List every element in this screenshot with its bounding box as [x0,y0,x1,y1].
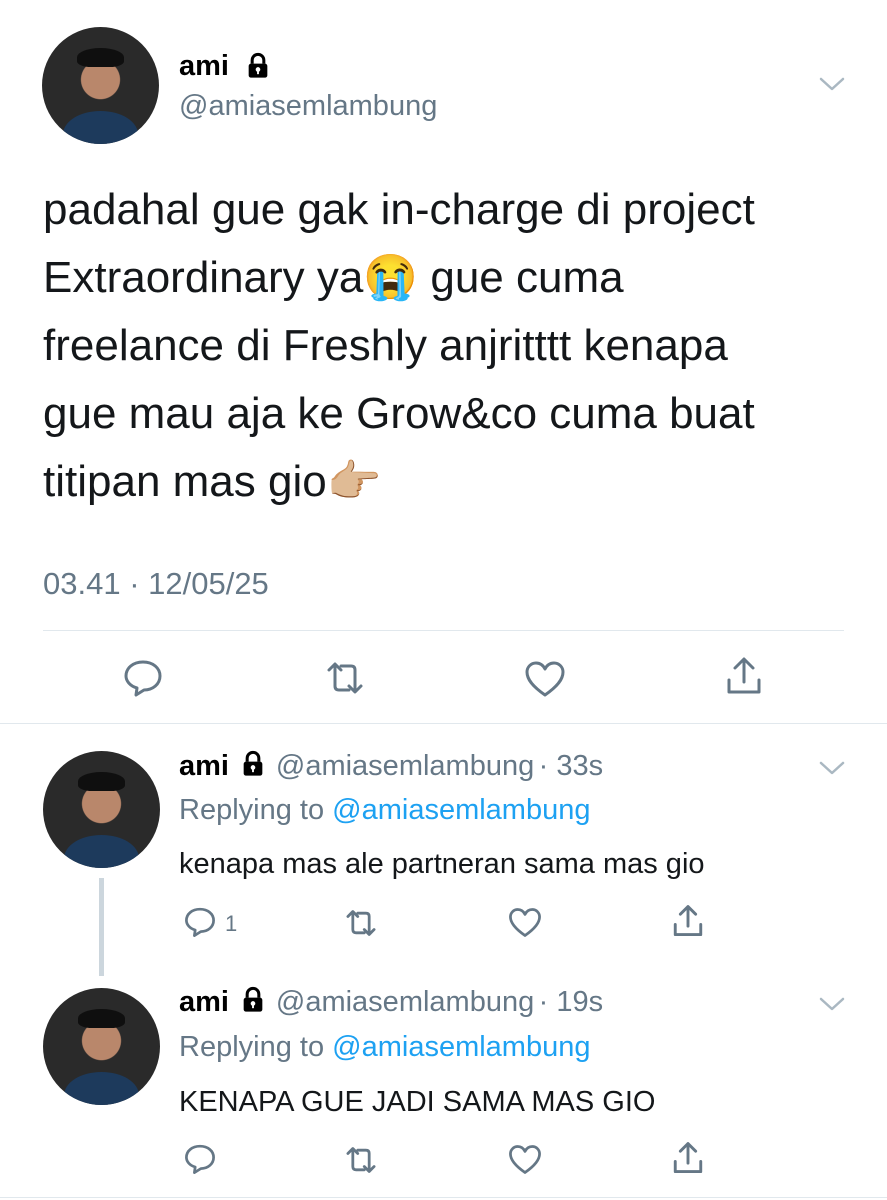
chevron-down-icon[interactable] [818,758,846,783]
author-handle[interactable]: @amiasemlambung [276,750,534,782]
like-icon[interactable] [508,1144,542,1175]
replying-to-label: Replying to [179,794,333,826]
post-time[interactable]: · 19s [539,986,603,1018]
mention-link[interactable]: @amiasemlambung [332,1031,590,1063]
replying-to: Replying to @amiasemlambung [179,794,590,827]
author-name[interactable]: ami [179,750,229,782]
divider [43,630,844,631]
like-icon[interactable] [508,907,542,938]
lock-icon [244,52,272,85]
share-icon[interactable] [724,656,764,696]
like-icon[interactable] [524,660,566,698]
bottom-divider [0,1197,887,1198]
reply-header: ami @amiasemlambung · 19s [179,986,603,1019]
lock-icon [239,750,267,783]
tweet-text: padahal gue gak in-charge di project Ext… [43,176,863,516]
reply-count: 1 [225,911,238,936]
replying-to-label: Replying to [179,1031,333,1063]
share-icon[interactable] [671,904,705,938]
author-handle[interactable]: @amiasemlambung [179,90,437,123]
replying-to: Replying to @amiasemlambung [179,1031,590,1064]
author-handle[interactable]: @amiasemlambung [276,986,534,1018]
reply-icon[interactable] [183,1143,217,1175]
chevron-down-icon[interactable] [818,994,846,1019]
section-divider [0,723,887,724]
reply-icon[interactable] [183,906,217,938]
author-name[interactable]: ami [179,986,229,1018]
post-time[interactable]: · 33s [539,750,603,782]
reply-text: kenapa mas ale partneran sama mas gio [179,848,705,880]
timestamp[interactable]: 03.41 · 12/05/25 [43,566,269,602]
mention-link[interactable]: @amiasemlambung [332,794,590,826]
tweet-text-line: gue mau aja ke Grow&co cuma buat [43,389,755,438]
tweet-text-line: Extraordinary ya😭 gue cuma [43,253,624,302]
reply-text: KENAPA GUE JADI SAMA MAS GIO [179,1086,656,1118]
reply-header: ami @amiasemlambung · 33s [179,750,603,783]
tweet-text-line: padahal gue gak in-charge di project [43,185,755,234]
reply-icon[interactable] [122,658,164,698]
tweet-text-line: freelance di Freshly anjritttt kenapa [43,321,728,370]
retweet-icon[interactable] [343,908,379,938]
retweet-icon[interactable] [323,660,367,696]
tweet-text-line: titipan mas gio👉🏼 [43,457,382,506]
avatar[interactable] [43,751,160,868]
avatar[interactable] [42,27,159,144]
avatar[interactable] [43,988,160,1105]
thread-line [99,878,104,976]
share-icon[interactable] [671,1141,705,1175]
lock-icon [239,986,267,1019]
retweet-icon[interactable] [343,1145,379,1175]
chevron-down-icon[interactable] [818,74,846,99]
author-name[interactable]: ami [179,50,229,83]
